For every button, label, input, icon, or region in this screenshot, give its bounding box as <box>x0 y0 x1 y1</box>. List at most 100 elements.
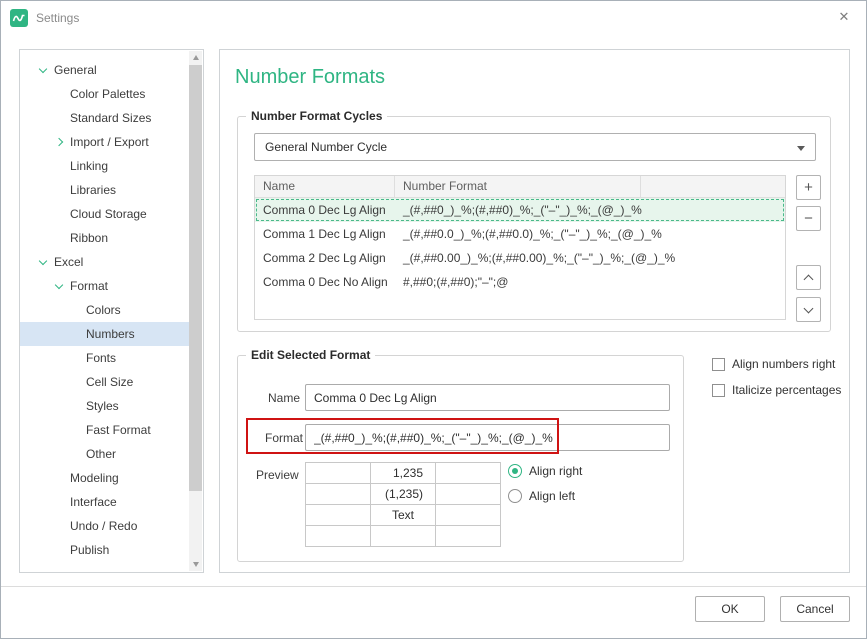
chevron-right-icon[interactable] <box>54 137 70 147</box>
ok-button[interactable]: OK <box>695 596 765 622</box>
move-up-button[interactable] <box>796 265 821 290</box>
sidebar-item-label: Undo / Redo <box>70 519 138 533</box>
sidebar-item-numbers[interactable]: Numbers <box>20 322 190 346</box>
sidebar-item-publish[interactable]: Publish <box>20 538 190 562</box>
preview-table: 1,235 (1,235) Text <box>305 462 501 547</box>
chevron-down-icon <box>803 303 814 313</box>
sidebar-tree: General Color Palettes Standard Sizes Impor… <box>20 50 203 562</box>
format-input[interactable] <box>305 424 670 451</box>
column-header-empty <box>641 176 785 197</box>
cycle-row-comma-0-dec-no-align[interactable]: Comma 0 Dec No Align #,##0;(#,##0);"–";@ <box>255 270 785 294</box>
cycle-name: Comma 0 Dec No Align <box>263 275 388 289</box>
preview-cell <box>306 484 371 505</box>
sidebar-item-label: General <box>54 63 97 77</box>
number-format-cycles-group: Number Format Cycles General Number Cycl… <box>237 109 831 332</box>
sidebar-item-libraries[interactable]: Libraries <box>20 178 190 202</box>
cycles-table-header: Name Number Format <box>255 176 785 198</box>
chevron-down-icon[interactable] <box>54 280 70 290</box>
sidebar-item-cloud-storage[interactable]: Cloud Storage <box>20 202 190 226</box>
sidebar-item-standard-sizes[interactable]: Standard Sizes <box>20 106 190 130</box>
sidebar-panel: General Color Palettes Standard Sizes Impor… <box>19 49 204 573</box>
sidebar-item-label: Cloud Storage <box>70 207 147 221</box>
sidebar-item-undo-redo[interactable]: Undo / Redo <box>20 514 190 538</box>
preview-cell <box>306 505 371 526</box>
italicize-percentages-checkbox[interactable]: Italicize percentages <box>712 383 841 397</box>
cycle-dropdown-value: General Number Cycle <box>265 140 388 154</box>
sidebar-item-label: Libraries <box>70 183 117 197</box>
name-input[interactable] <box>305 384 670 411</box>
main-panel: Number Formats Number Format Cycles Gene… <box>219 49 850 573</box>
cycle-row-comma-0-dec-lg-align[interactable]: Comma 0 Dec Lg Align _(#,##0_)_%;(#,##0)_… <box>255 198 785 222</box>
sidebar-item-colors[interactable]: Colors <box>20 298 190 322</box>
sidebar-item-interface[interactable]: Interface <box>20 490 190 514</box>
cancel-button[interactable]: Cancel <box>780 596 850 622</box>
scroll-up-icon[interactable] <box>189 51 202 64</box>
preview-cell <box>436 505 501 526</box>
sidebar-item-cell-size[interactable]: Cell Size <box>20 370 190 394</box>
sidebar-item-modeling[interactable]: Modeling <box>20 466 190 490</box>
cycle-row-comma-1-dec-lg-align[interactable]: Comma 1 Dec Lg Align _(#,##0.0_)_%;(#,##0… <box>255 222 785 246</box>
sidebar-item-label: Color Palettes <box>70 87 146 101</box>
window-title: Settings <box>36 11 80 25</box>
align-numbers-right-label: Align numbers right <box>732 357 836 371</box>
cycles-table: Name Number Format Comma 0 Dec Lg Align _… <box>254 175 786 320</box>
titlebar: Settings ✕ <box>1 1 866 35</box>
preview-cell: (1,235) <box>371 484 436 505</box>
sidebar-item-styles[interactable]: Styles <box>20 394 190 418</box>
sidebar-item-label: Fast Format <box>86 423 151 437</box>
add-format-button[interactable]: + <box>796 175 821 200</box>
preview-cell <box>436 526 501 547</box>
sidebar-item-label: Format <box>70 279 109 293</box>
column-header-number-format: Number Format <box>395 176 641 197</box>
name-label: Name <box>268 391 301 405</box>
sidebar-item-color-palettes[interactable]: Color Palettes <box>20 82 190 106</box>
align-numbers-right-checkbox[interactable]: Align numbers right <box>712 357 835 371</box>
sidebar-item-label: Fonts <box>86 351 117 365</box>
sidebar-item-other[interactable]: Other <box>20 442 190 466</box>
chevron-up-icon <box>803 274 814 284</box>
sidebar-scrollbar[interactable] <box>189 51 202 571</box>
preview-cell <box>436 463 501 484</box>
align-right-radio[interactable]: Align right <box>508 464 582 478</box>
group-label: Number Format Cycles <box>246 109 388 123</box>
cycle-dropdown[interactable]: General Number Cycle <box>254 133 816 161</box>
radio-selected-icon <box>508 464 522 478</box>
edit-selected-format-group: Edit Selected Format Name Format Preview… <box>237 348 684 562</box>
preview-cell: 1,235 <box>371 463 436 484</box>
sidebar-item-import-export[interactable]: Import / Export <box>20 130 190 154</box>
preview-cell: Text <box>371 505 436 526</box>
sidebar-item-linking[interactable]: Linking <box>20 154 190 178</box>
cycles-table-body: Comma 0 Dec Lg Align _(#,##0_)_%;(#,##0)_… <box>255 198 785 294</box>
remove-format-button[interactable]: − <box>796 206 821 231</box>
sidebar-item-ribbon[interactable]: Ribbon <box>20 226 190 250</box>
group-label: Edit Selected Format <box>246 348 376 362</box>
chevron-down-icon[interactable] <box>38 64 54 74</box>
close-button[interactable]: ✕ <box>822 1 866 33</box>
chevron-down-icon[interactable] <box>38 256 54 266</box>
sidebar-item-excel[interactable]: Excel <box>20 250 190 274</box>
sidebar-item-fonts[interactable]: Fonts <box>20 346 190 370</box>
cycle-format: _(#,##0_)_%;(#,##0)_%;_("–"_)_%;_(@_)_% <box>403 203 642 217</box>
cycle-name: Comma 1 Dec Lg Align <box>263 227 386 241</box>
settings-dialog: { "window": { "title": "Settings", "clos… <box>0 0 867 639</box>
align-left-label: Align left <box>529 489 576 503</box>
checkbox-icon <box>712 357 725 371</box>
sidebar-item-format[interactable]: Format <box>20 274 190 298</box>
align-left-radio[interactable]: Align left <box>508 489 575 503</box>
sidebar-item-label: Modeling <box>70 471 119 485</box>
preview-cell <box>306 463 371 484</box>
chevron-down-icon <box>797 146 805 151</box>
cycle-format: _(#,##0.0_)_%;(#,##0.0)_%;_("–"_)_%;_(@_… <box>403 227 662 241</box>
sidebar-item-label: Cell Size <box>86 375 134 389</box>
sidebar-item-label: Styles <box>86 399 119 413</box>
italicize-percentages-label: Italicize percentages <box>732 383 842 397</box>
cycle-format: #,##0;(#,##0);"–";@ <box>403 275 509 289</box>
sidebar-item-fast-format[interactable]: Fast Format <box>20 418 190 442</box>
scrollbar-thumb[interactable] <box>189 65 202 491</box>
column-header-name: Name <box>255 176 395 197</box>
scroll-down-icon[interactable] <box>189 558 202 571</box>
cycle-row-comma-2-dec-lg-align[interactable]: Comma 2 Dec Lg Align _(#,##0.00_)_%;(#,##… <box>255 246 785 270</box>
move-down-button[interactable] <box>796 297 821 322</box>
sidebar-item-general[interactable]: General <box>20 58 190 82</box>
cycle-name: Comma 2 Dec Lg Align <box>263 251 386 265</box>
